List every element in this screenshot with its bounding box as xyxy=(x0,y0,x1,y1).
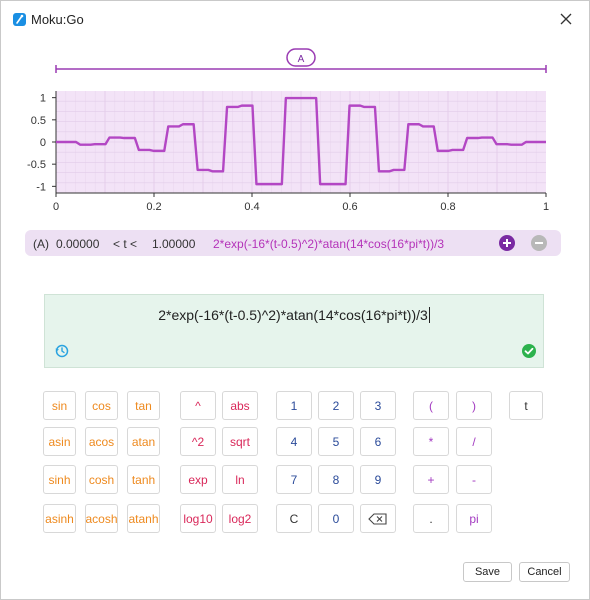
key-clear[interactable]: C xyxy=(276,504,312,533)
range-marker-label: A xyxy=(298,54,305,65)
check-circle-icon xyxy=(521,343,537,359)
key-sin[interactable]: sin xyxy=(43,391,76,420)
key-0[interactable]: 0 xyxy=(318,504,354,533)
key-2[interactable]: 2 xyxy=(318,391,354,420)
key-sqrt[interactable]: sqrt xyxy=(222,427,258,456)
key-atanh[interactable]: atanh xyxy=(127,504,160,533)
cancel-button[interactable]: Cancel xyxy=(519,562,570,582)
key-8[interactable]: 8 xyxy=(318,465,354,494)
key-atan[interactable]: atan xyxy=(127,427,160,456)
remove-segment-icon[interactable] xyxy=(531,235,547,251)
title-bar: Moku:Go xyxy=(1,1,589,37)
t-max-value[interactable]: 1.00000 xyxy=(152,237,195,251)
x-tick-label: 0.8 xyxy=(440,201,455,213)
key-asinh[interactable]: asinh xyxy=(43,504,76,533)
t-range-relation: < t < xyxy=(113,237,138,251)
key-pi[interactable]: pi xyxy=(456,504,492,533)
key-minus[interactable]: - xyxy=(456,465,492,494)
key-plus[interactable]: + xyxy=(413,465,449,494)
key-3[interactable]: 3 xyxy=(360,391,396,420)
key-cosh[interactable]: cosh xyxy=(85,465,118,494)
t-min-value[interactable]: 0.00000 xyxy=(56,237,99,251)
key-1[interactable]: 1 xyxy=(276,391,312,420)
window-title: Moku:Go xyxy=(31,12,84,27)
y-tick-label: 0 xyxy=(40,137,46,149)
x-tick-label: 0.4 xyxy=(244,201,259,213)
y-tick-label: 0.5 xyxy=(31,115,46,127)
backspace-icon xyxy=(368,512,387,525)
key-4[interactable]: 4 xyxy=(276,427,312,456)
add-segment-icon[interactable] xyxy=(499,235,515,251)
key-t[interactable]: t xyxy=(509,391,543,420)
key-9[interactable]: 9 xyxy=(360,465,396,494)
backspace-key[interactable] xyxy=(360,504,396,533)
x-tick-label: 0.2 xyxy=(146,201,161,213)
key-decimal[interactable]: . xyxy=(413,504,449,533)
key-abs[interactable]: abs xyxy=(222,391,258,420)
key-log2[interactable]: log2 xyxy=(222,504,258,533)
waveform-plot: A 0 0.2 0.4 0.6 0.8 1 1 0.5 0 -0.5 -1 xyxy=(27,48,549,213)
key-asin[interactable]: asin xyxy=(43,427,76,456)
key-6[interactable]: 6 xyxy=(360,427,396,456)
function-row[interactable]: (A) 0.00000 < t < 1.00000 2*exp(-16*(t-0… xyxy=(25,230,561,256)
history-icon[interactable] xyxy=(54,343,70,359)
dialog-window: Moku:Go A 0 0.2 0.4 0.6 0.8 1 1 0.5 0 -0.5 -1 (A) 0… xyxy=(0,0,590,600)
key-acosh[interactable]: acosh xyxy=(85,504,118,533)
text-caret xyxy=(428,307,430,323)
key-cos[interactable]: cos xyxy=(85,391,118,420)
expression-editor[interactable]: 2*exp(-16*(t-0.5)^2)*atan(14*cos(16*pi*t… xyxy=(44,294,544,368)
y-tick-label: -0.5 xyxy=(27,159,46,171)
save-button[interactable]: Save xyxy=(463,562,512,582)
function-expression[interactable]: 2*exp(-16*(t-0.5)^2)*atan(14*cos(16*pi*t… xyxy=(213,237,444,251)
waveform-chart: A 0 0.2 0.4 0.6 0.8 1 1 0.5 0 -0.5 -1 xyxy=(1,41,590,226)
y-tick-label: 1 xyxy=(40,93,46,105)
key-tan[interactable]: tan xyxy=(127,391,160,420)
key-tanh[interactable]: tanh xyxy=(127,465,160,494)
app-logo-icon xyxy=(13,13,26,26)
x-tick-label: 0 xyxy=(53,201,59,213)
key-7[interactable]: 7 xyxy=(276,465,312,494)
key-sinh[interactable]: sinh xyxy=(43,465,76,494)
y-tick-label: -1 xyxy=(36,181,46,193)
key-divide[interactable]: / xyxy=(456,427,492,456)
key-exp[interactable]: exp xyxy=(180,465,216,494)
function-label: (A) xyxy=(33,237,49,251)
expression-input-text: 2*exp(-16*(t-0.5)^2)*atan(14*cos(16*pi*t… xyxy=(158,307,428,323)
expression-input[interactable]: 2*exp(-16*(t-0.5)^2)*atan(14*cos(16*pi*t… xyxy=(45,307,543,323)
key-acos[interactable]: acos xyxy=(85,427,118,456)
key-log10[interactable]: log10 xyxy=(180,504,216,533)
key-square[interactable]: ^2 xyxy=(180,427,216,456)
x-tick-label: 0.6 xyxy=(342,201,357,213)
close-icon[interactable] xyxy=(557,10,575,28)
key-multiply[interactable]: * xyxy=(413,427,449,456)
key-open-paren[interactable]: ( xyxy=(413,391,449,420)
key-close-paren[interactable]: ) xyxy=(456,391,492,420)
key-5[interactable]: 5 xyxy=(318,427,354,456)
key-ln[interactable]: ln xyxy=(222,465,258,494)
x-tick-label: 1 xyxy=(543,201,549,213)
key-power[interactable]: ^ xyxy=(180,391,216,420)
